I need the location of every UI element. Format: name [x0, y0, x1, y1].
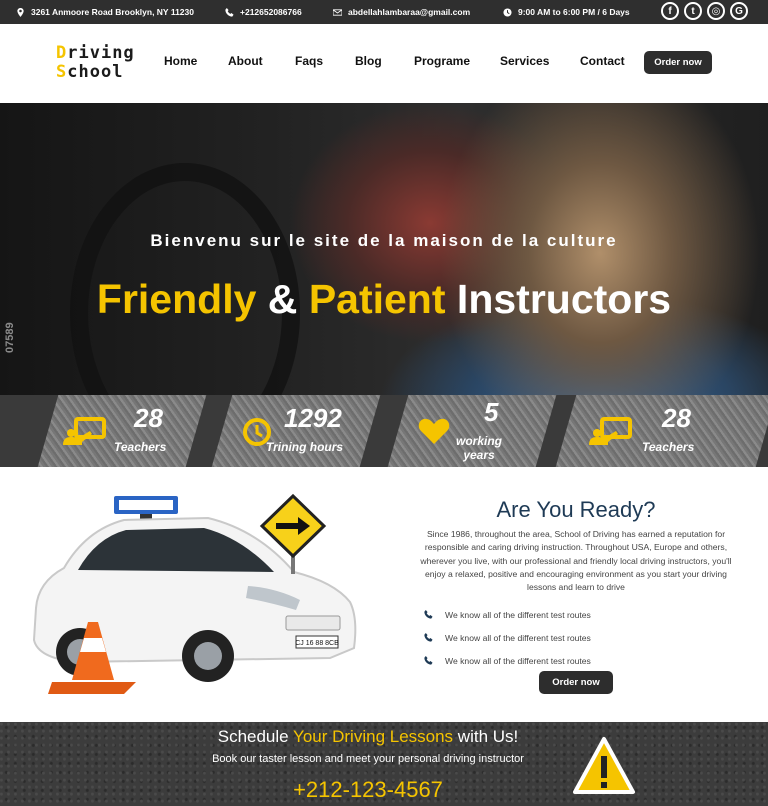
top-info-bar: 3261 Anmoore Road Brooklyn, NY 11230 +21… — [0, 0, 768, 24]
email-text: abdellahlambaraa@gmail.com — [348, 7, 471, 17]
stat-working-years: 5 working years — [410, 395, 560, 467]
car-license-plate: CJ 16 88 8CB — [295, 640, 339, 647]
ready-title: Are You Ready? — [496, 497, 656, 522]
email-item[interactable]: abdellahlambaraa@gmail.com — [333, 0, 470, 24]
social-links: f t ◎ G — [661, 2, 748, 20]
phone-icon — [424, 633, 433, 642]
hero-headline: Friendly & Patient Instructors — [96, 276, 672, 322]
ready-order-now-button[interactable]: Order now — [539, 671, 613, 694]
ready-feature-list: We know all of the different test routes… — [424, 603, 744, 672]
clock-icon — [503, 7, 512, 17]
nav-programe[interactable]: Programe — [414, 54, 470, 68]
nav-services[interactable]: Services — [500, 54, 549, 68]
address-item: 3261 Anmoore Road Brooklyn, NY 11230 — [16, 0, 194, 24]
phone-icon — [424, 656, 433, 665]
order-now-button[interactable]: Order now — [644, 51, 712, 74]
stat-teachers-2: 28 Teachers — [570, 395, 768, 467]
hours-item: 9:00 AM to 6:00 PM / 6 Days — [503, 0, 630, 24]
list-item: We know all of the different test routes — [424, 603, 744, 626]
driving-school-car-illustration: CJ 16 88 8CB — [32, 493, 357, 694]
ready-description: Since 1986, throughout the area, School … — [420, 529, 732, 593]
teacher-board-icon — [589, 417, 632, 445]
list-item: We know all of the different test routes — [424, 626, 744, 649]
google-icon[interactable]: G — [730, 2, 748, 20]
main-header: Driving School Home About Faqs Blog Prog… — [0, 24, 768, 103]
nav-blog[interactable]: Blog — [355, 54, 382, 68]
nav-home[interactable]: Home — [164, 54, 197, 68]
phone-item[interactable]: +212652086766 — [225, 0, 302, 24]
location-pin-icon — [17, 7, 24, 17]
facebook-icon[interactable]: f — [661, 2, 679, 20]
nav-faqs[interactable]: Faqs — [295, 54, 323, 68]
schedule-section: Schedule Your Driving Lessons with Us! B… — [0, 722, 768, 806]
list-item: We know all of the different test routes — [424, 649, 744, 672]
stats-bar: 28 Teachers 1292 Trining hours 5 working… — [0, 395, 768, 467]
site-logo[interactable]: Driving School — [56, 44, 135, 82]
stat-teachers: 28 Teachers — [0, 395, 210, 467]
hero-tagline: Bienvenu sur le site de la maison de la … — [150, 231, 618, 250]
image-watermark-number: 07589 — [4, 322, 16, 353]
hero-banner: Bienvenu sur le site de la maison de la … — [0, 103, 768, 395]
phone-icon — [225, 7, 234, 17]
phone-icon — [424, 610, 433, 619]
phone-text: +212652086766 — [240, 7, 302, 17]
hours-text: 9:00 AM to 6:00 PM / 6 Days — [518, 7, 630, 17]
envelope-icon — [333, 8, 342, 16]
stat-training-hours: 1292 Trining hours — [210, 395, 390, 467]
instagram-icon[interactable]: ◎ — [707, 2, 725, 20]
nav-about[interactable]: About — [228, 54, 263, 68]
address-text: 3261 Anmoore Road Brooklyn, NY 11230 — [31, 7, 194, 17]
warning-sign-icon — [573, 737, 635, 794]
teacher-board-icon — [63, 417, 106, 445]
twitter-icon[interactable]: t — [684, 2, 702, 20]
nav-contact[interactable]: Contact — [580, 54, 625, 68]
heart-icon — [418, 418, 450, 444]
